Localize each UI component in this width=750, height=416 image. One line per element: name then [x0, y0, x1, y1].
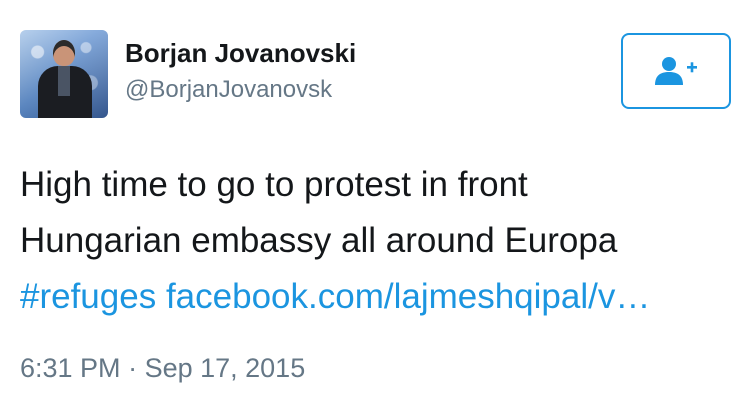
hashtag-link[interactable]: #refuges [20, 277, 156, 316]
url-link[interactable]: facebook.com/lajmeshqipal/v… [166, 277, 650, 316]
tweet-text-line-3: #refuges facebook.com/lajmeshqipal/v… [20, 269, 735, 325]
author-name[interactable]: Borjan Jovanovski [125, 38, 356, 68]
author-avatar[interactable] [20, 30, 108, 118]
tweet-text: High time to go to protest in front Hung… [20, 157, 735, 325]
avatar-person-shirt [58, 66, 70, 96]
follow-button[interactable] [621, 33, 731, 109]
tweet-timestamp[interactable]: 6:31 PM · Sep 17, 2015 [20, 351, 305, 385]
author-handle[interactable]: @BorjanJovanovsk [125, 76, 332, 104]
follow-user-plus-icon [655, 57, 697, 85]
timestamp-time: 6:31 PM [20, 353, 121, 383]
tweet-text-line-2: Hungarian embassy all around Europa [20, 221, 618, 260]
avatar-person-head [53, 40, 75, 66]
timestamp-date: Sep 17, 2015 [144, 353, 306, 383]
tweet-card: Borjan Jovanovski @BorjanJovanovsk High … [0, 0, 750, 416]
timestamp-separator: · [120, 353, 145, 383]
tweet-text-line-1: High time to go to protest in front [20, 165, 528, 204]
